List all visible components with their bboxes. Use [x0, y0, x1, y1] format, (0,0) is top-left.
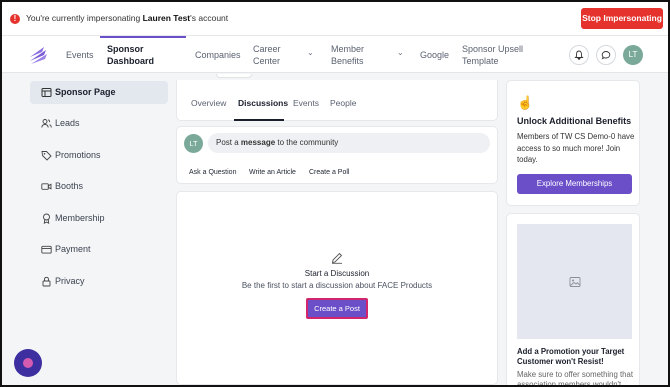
nav-item-career-center[interactable]: Career Center	[253, 43, 301, 67]
impersonation-message: You're currently impersonating Lauren Te…	[26, 13, 228, 23]
ask-question-button[interactable]: Ask a Question	[189, 169, 236, 176]
chat-bubble-icon[interactable]	[596, 45, 616, 65]
brand-logo-icon[interactable]	[28, 45, 50, 65]
tag-icon	[41, 151, 52, 161]
cover-image-edge	[216, 74, 252, 78]
sidebar-item-label: Sponsor Page	[55, 87, 116, 97]
lock-icon	[42, 276, 51, 287]
post-message-input[interactable]: Post a message to the community	[208, 133, 490, 153]
explore-memberships-button[interactable]: Explore Memberships	[517, 174, 632, 194]
tab-people[interactable]: People	[330, 98, 356, 108]
tab-discussions[interactable]: Discussions	[238, 98, 288, 108]
tab-overview[interactable]: Overview	[191, 98, 226, 108]
stop-impersonating-button[interactable]: Stop Impersonating	[581, 8, 663, 29]
composer-prompt-bold: message	[240, 138, 276, 147]
create-poll-button[interactable]: Create a Poll	[309, 169, 349, 176]
benefits-title: Unlock Additional Benefits	[517, 116, 632, 126]
sidebar-item-sponsor-page[interactable]: Sponsor Page	[30, 81, 168, 104]
promotion-title: Add a Promotion your Target Customer won…	[517, 347, 625, 366]
users-icon	[41, 119, 52, 128]
sidebar-item-booths[interactable]: Booths	[30, 175, 168, 198]
nav-item-sponsor-upsell-template[interactable]: Sponsor Upsell Template	[462, 43, 542, 67]
tab-events[interactable]: Events	[293, 98, 319, 108]
composer-prompt-prefix: Post a	[216, 138, 241, 147]
sidebar-item-label: Booths	[55, 181, 84, 191]
layout-icon	[41, 88, 52, 97]
composer-avatar: LT	[184, 134, 203, 153]
chat-launcher-icon	[23, 358, 33, 368]
empty-state-title: Start a Discussion	[304, 269, 370, 278]
sidebar-item-label: Membership	[55, 213, 105, 223]
nav-item-member-benefits[interactable]: Member Benefits	[331, 43, 391, 67]
sidebar-item-membership[interactable]: Membership	[30, 207, 168, 230]
video-icon	[41, 183, 52, 190]
award-icon	[43, 213, 50, 224]
benefits-text: Members of TW CS Demo-0 have access to s…	[517, 132, 635, 164]
pointing-hand-icon: ☝	[517, 95, 534, 110]
image-icon	[569, 277, 581, 287]
sidebar-item-label: Promotions	[55, 150, 101, 160]
create-post-button[interactable]: Create a Post	[306, 298, 368, 319]
impersonation-banner: ! You're currently impersonating Lauren …	[2, 2, 668, 36]
alert-icon: !	[10, 14, 20, 24]
sidebar-item-promotions[interactable]: Promotions	[30, 144, 168, 167]
sidebar-item-label: Privacy	[55, 276, 85, 286]
sidebar-item-payment[interactable]: Payment	[30, 238, 168, 261]
sidebar-item-label: Leads	[55, 118, 80, 128]
promotion-image-placeholder	[517, 224, 632, 339]
message-suffix: 's account	[190, 13, 229, 23]
chevron-down-icon[interactable]: ⌄	[307, 48, 314, 57]
nav-item-sponsor-dashboard[interactable]: Sponsor Dashboard	[107, 43, 177, 67]
user-avatar[interactable]: LT	[623, 45, 643, 65]
composer-prompt-suffix: to the community	[275, 138, 339, 147]
nav-item-google[interactable]: Google	[420, 49, 449, 61]
empty-state-subtitle: Be the first to start a discussion about…	[241, 281, 433, 290]
notifications-bell-icon[interactable]	[569, 45, 589, 65]
promotion-text: Make sure to offer something that associ…	[517, 370, 634, 387]
app-frame: ! You're currently impersonating Lauren …	[0, 0, 670, 387]
credit-card-icon	[41, 245, 52, 254]
impersonated-user-name: Lauren Test	[142, 13, 191, 23]
message-prefix: You're currently impersonating	[26, 13, 143, 23]
support-chat-button[interactable]	[14, 349, 42, 377]
sidebar-item-label: Payment	[55, 244, 91, 254]
sidebar-item-leads[interactable]: Leads	[30, 112, 168, 135]
active-nav-indicator	[100, 36, 186, 38]
chevron-down-icon[interactable]: ⌄	[397, 48, 404, 57]
nav-item-events[interactable]: Events	[66, 49, 94, 61]
edit-pencil-icon	[331, 252, 343, 264]
sidebar-item-privacy[interactable]: Privacy	[30, 270, 168, 293]
active-tab-indicator	[234, 119, 284, 121]
nav-item-companies[interactable]: Companies	[195, 49, 241, 61]
write-article-button[interactable]: Write an Article	[249, 169, 296, 176]
